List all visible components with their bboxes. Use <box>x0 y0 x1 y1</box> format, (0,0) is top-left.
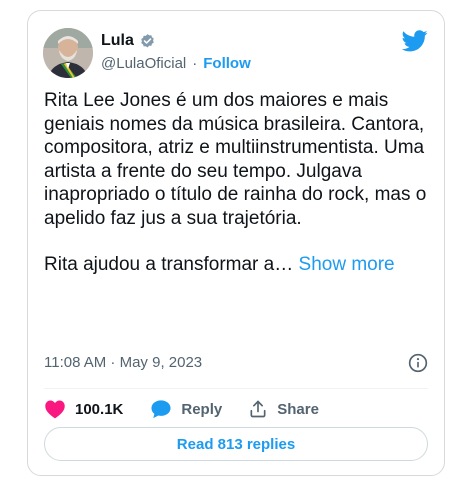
share-icon <box>250 400 266 418</box>
tweet-paragraph-2: Rita ajudou a transformar a… Show more <box>44 253 436 277</box>
separator-dot: · <box>192 55 198 72</box>
follow-button[interactable]: Follow <box>203 55 251 72</box>
verified-badge-icon <box>141 33 154 48</box>
reply-button[interactable]: Reply <box>150 399 222 419</box>
author-display-name[interactable]: Lula <box>101 32 134 50</box>
author-handle-row: @LulaOficial · Follow <box>101 55 251 72</box>
tweet-card: Lula @LulaOficial · Follow Rita Lee Jone… <box>27 10 445 476</box>
reply-bubble-icon <box>151 400 171 419</box>
author-name-row: Lula <box>101 32 156 50</box>
tweet-text: Rita Lee Jones é um dos maiores e mais g… <box>44 89 436 277</box>
like-count: 100.1K <box>75 400 124 418</box>
reply-label: Reply <box>181 400 223 418</box>
show-more-link[interactable]: Show more <box>299 254 395 275</box>
divider <box>44 388 428 389</box>
tweet-timestamp[interactable]: 11:08 AM · May 9, 2023 <box>44 354 202 371</box>
tweet-paragraph-1: Rita Lee Jones é um dos maiores e mais g… <box>44 90 432 229</box>
info-icon[interactable] <box>408 353 428 373</box>
twitter-bird-icon[interactable] <box>402 30 428 52</box>
like-button[interactable]: 100.1K <box>44 399 123 419</box>
tweet-paragraph-2-text: Rita ajudou a transformar a… <box>44 254 294 275</box>
avatar[interactable] <box>43 28 93 78</box>
read-replies-button[interactable]: Read 813 replies <box>44 427 428 461</box>
share-label: Share <box>277 400 319 418</box>
share-button[interactable]: Share <box>248 399 319 419</box>
author-handle[interactable]: @LulaOficial <box>101 55 186 72</box>
avatar-image <box>43 28 93 78</box>
heart-icon <box>45 400 65 419</box>
action-bar: 100.1K Reply Share <box>44 396 319 422</box>
